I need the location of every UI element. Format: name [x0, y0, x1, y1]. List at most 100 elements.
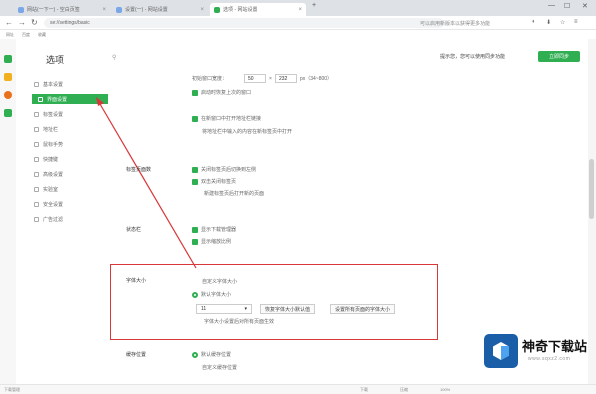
status-item[interactable]: 下载 — [360, 387, 368, 393]
address-bar[interactable]: se://settings/basic — [44, 18, 444, 28]
option-row[interactable]: 双击关闭标签页 — [192, 178, 236, 185]
mail-icon[interactable] — [4, 109, 12, 117]
checkbox[interactable] — [192, 238, 198, 245]
maximize-icon[interactable]: ☐ — [564, 2, 570, 10]
option-label: 自定义缓存位置 — [202, 365, 238, 371]
tab-title: 设置(一) - 网站设置 — [125, 7, 168, 13]
home-icon[interactable] — [4, 55, 12, 63]
option-row[interactable]: 显示缩放比例 — [192, 238, 231, 245]
option-row[interactable]: 默认缓存位置 — [192, 351, 231, 358]
tab-title: 网站(一下一) - 空白页签 — [27, 7, 80, 13]
app-rail — [0, 39, 16, 384]
option-row: 新建标签页后打开新的页面 — [204, 190, 264, 197]
option-row[interactable]: 在新窗口中打开地址栏链接 — [192, 115, 261, 122]
page-title: 选项 — [46, 55, 65, 65]
option-label: 在新窗口中打开地址栏链接 — [201, 116, 262, 122]
checkbox[interactable] — [192, 115, 198, 122]
tab-title: 选项 - 网站设置 — [223, 7, 258, 13]
close-icon[interactable]: × — [200, 7, 204, 13]
bookmark-item[interactable]: 百度 — [22, 32, 30, 38]
status-item[interactable]: 压缩 — [400, 387, 408, 393]
checkbox[interactable] — [192, 89, 198, 96]
favicon-icon — [116, 6, 122, 13]
minimize-icon[interactable]: — — [548, 2, 555, 9]
download-icon[interactable]: ⬇ — [546, 19, 551, 26]
checkbox[interactable] — [192, 178, 198, 185]
sidebar-item-label: 快捷键 — [43, 156, 59, 163]
option-row[interactable]: 关闭标签页后切换到左侧 — [192, 166, 256, 173]
window-width-input[interactable]: 50 — [244, 74, 267, 83]
status-bar: 下载管理 下载 压缩 100% — [0, 384, 596, 394]
scrollbar-thumb[interactable] — [589, 159, 594, 219]
close-icon[interactable]: × — [102, 7, 106, 13]
checkbox[interactable] — [192, 226, 198, 233]
folder-icon[interactable] — [4, 73, 12, 81]
favicon-icon — [18, 6, 24, 13]
window-size-row: 初始窗口宽度： 50 × 232 px（34~800） — [192, 74, 333, 83]
option-row: 自定义缓存位置 — [202, 364, 237, 371]
sidebar-item-shortcut[interactable]: 快捷键 — [28, 154, 104, 164]
sidebar-item-label: 标签设置 — [43, 111, 64, 118]
section-tabs-label: 标签页面数 — [126, 167, 152, 173]
section-statusbar-label: 状态栏 — [126, 227, 142, 233]
flask-icon — [34, 186, 39, 192]
option-label: 将地址栏中输入的内容在新标签页中打开 — [202, 129, 293, 135]
browser-toolbar: ← → ↻ se://settings/basic 可以启用新版本以获得更多功能… — [0, 16, 596, 30]
forward-icon[interactable]: → — [18, 19, 26, 27]
bookmarks-bar: 网址 百度 收藏 — [0, 30, 596, 39]
radio-button[interactable] — [192, 351, 198, 358]
watermark-logo: 神奇下载站 www.sqxz2.com — [480, 330, 592, 376]
sidebar-item-label: 基本设置 — [43, 81, 64, 88]
window-size-label: 初始窗口宽度： — [192, 76, 228, 82]
home-icon — [34, 81, 39, 87]
browser-tab[interactable]: 网站(一下一) - 空白页签 × — [14, 3, 110, 16]
sidebar-item-advanced[interactable]: 高级设置 — [28, 169, 104, 179]
sidebar-item-addressbar[interactable]: 地址栏 — [28, 124, 104, 134]
back-icon[interactable]: ← — [5, 19, 13, 27]
reload-icon[interactable]: ↻ — [31, 19, 38, 27]
sidebar-item-basic[interactable]: 基本设置 — [28, 79, 104, 89]
section-cache-label: 缓存位置 — [126, 352, 147, 358]
window-size-hint: px（34~800） — [299, 76, 333, 82]
sidebar-item-mouse[interactable]: 鼠标手势 — [28, 139, 104, 149]
window-height-input[interactable]: 232 — [274, 74, 297, 83]
sidebar-item-adblock[interactable]: 广告过滤 — [28, 214, 104, 224]
browser-tab[interactable]: 设置(一) - 网站设置 × — [112, 3, 208, 16]
extension-icon[interactable]: ◐ — [532, 19, 536, 25]
sidebar-item-label: 高级设置 — [43, 171, 64, 178]
sidebar-item-label: 鼠标手势 — [43, 141, 64, 148]
option-label: 显示下载管理器 — [201, 227, 237, 233]
browser-tab-active[interactable]: 选项 - 网站设置 × — [210, 3, 306, 16]
checkbox[interactable] — [192, 166, 198, 173]
option-label: 启动时恢复上次的窗口 — [201, 90, 252, 96]
game-icon[interactable] — [4, 91, 12, 99]
option-row[interactable]: 显示下载管理器 — [192, 226, 236, 233]
bookmark-item[interactable]: 网址 — [6, 32, 14, 38]
close-icon[interactable]: × — [298, 7, 302, 13]
option-label: 默认缓存位置 — [201, 352, 232, 358]
new-tab-icon[interactable]: + — [312, 2, 316, 9]
update-hint[interactable]: 可以启用新版本以获得更多功能 — [420, 20, 490, 27]
search-icon — [34, 126, 39, 132]
star-icon[interactable]: ☆ — [560, 19, 565, 26]
menu-icon[interactable]: ≡ — [574, 19, 578, 25]
sidebar-item-label: 广告过滤 — [43, 216, 64, 223]
option-row[interactable]: 启动时恢复上次的窗口 — [192, 89, 251, 96]
option-label: 双击关闭标签页 — [201, 179, 237, 185]
zoom-level[interactable]: 100% — [440, 387, 450, 392]
status-download[interactable]: 下载管理 — [4, 387, 20, 393]
sidebar-item-label: 地址栏 — [43, 126, 59, 133]
url-text: se://settings/basic — [50, 20, 90, 26]
bookmark-item[interactable]: 收藏 — [38, 32, 46, 38]
tab-icon — [34, 111, 39, 117]
settings-sidebar: 选项 ⚲ 基本设置 界面设置 标签设置 地址栏 鼠标手势 快捷键 高级设置 实验… — [16, 39, 116, 384]
logo-icon — [484, 334, 518, 368]
sidebar-item-lab[interactable]: 实验室 — [28, 184, 104, 194]
favicon-icon — [214, 6, 220, 13]
close-window-icon[interactable]: ✕ — [582, 2, 588, 10]
sidebar-item-interface[interactable]: 界面设置 — [32, 94, 108, 104]
sidebar-item-tabs[interactable]: 标签设置 — [28, 109, 104, 119]
window-icon — [38, 96, 43, 102]
sidebar-item-security[interactable]: 安全设置 — [28, 199, 104, 209]
option-label: 关闭标签页后切换到左侧 — [201, 167, 257, 173]
